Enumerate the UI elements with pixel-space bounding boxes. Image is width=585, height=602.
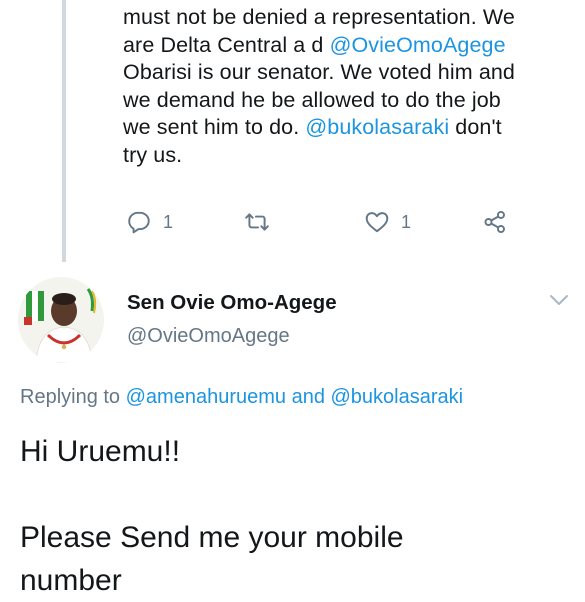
tweet-text-line — [20, 473, 575, 516]
like-button[interactable]: 1 — [364, 209, 411, 235]
replying-user-link[interactable]: @amenahuruemu — [126, 386, 286, 408]
text-segment: try us. — [123, 142, 183, 167]
share-button[interactable] — [482, 209, 508, 235]
share-icon — [484, 210, 505, 234]
text-segment: we sent him to do. — [123, 115, 306, 140]
parent-tweet-actions: 1 1 — [120, 209, 540, 241]
author-handle[interactable]: @OvieOmoAgege — [127, 325, 290, 348]
tweet-text-line: number — [20, 564, 122, 597]
retweet-icon — [245, 213, 269, 231]
parent-tweet-line: try us. — [123, 142, 578, 170]
parent-tweet-line: are Delta Central a d @OvieOmoAgege — [123, 32, 578, 60]
parent-tweet-line: we demand he be allowed to do the job — [123, 87, 578, 115]
text-segment: we demand he be allowed to do the job — [123, 87, 501, 112]
replying-prefix: Replying to — [20, 386, 126, 408]
text-segment: are Delta Central a d — [123, 32, 330, 57]
reply-tweet-text: Hi Uruemu!! Please Send me your mobile n… — [20, 430, 575, 602]
tweet-text-line: Hi Uruemu!! — [20, 435, 181, 468]
parent-tweet-line: must not be denied a representation. We — [123, 4, 578, 32]
like-count: 1 — [401, 211, 412, 232]
reply-button[interactable]: 1 — [126, 209, 173, 235]
reply-icon — [128, 211, 150, 234]
replying-and: and — [286, 386, 331, 408]
tweet-text-line: Please Send me your mobile — [20, 521, 404, 554]
mention-link[interactable]: @bukolasaraki — [305, 115, 449, 139]
reply-count: 1 — [163, 211, 174, 232]
parent-tweet-text: must not be denied a representation. We a… — [123, 4, 578, 170]
parent-tweet-line: we sent him to do. @bukolasaraki don't — [123, 114, 578, 142]
chevron-down-icon[interactable] — [548, 292, 570, 308]
text-segment: must not be denied a representation. We — [123, 5, 515, 29]
thread-connector-line — [62, 0, 66, 262]
replying-to: Replying to @amenahuruemu and @bukolasar… — [20, 386, 463, 409]
parent-tweet-line: Obarisi is our senator. We voted him and — [123, 59, 578, 87]
mention-link[interactable]: @OvieOmoAgege — [330, 33, 506, 57]
retweet-button[interactable] — [244, 209, 270, 235]
author-name[interactable]: Sen Ovie Omo-Agege — [127, 291, 337, 315]
text-segment: Obarisi is our senator. We voted him and — [123, 60, 515, 85]
avatar-photo — [18, 277, 104, 363]
heart-icon — [365, 212, 389, 233]
replying-user-link[interactable]: @bukolasaraki — [331, 386, 464, 408]
text-segment: don't — [449, 115, 502, 140]
avatar[interactable] — [18, 277, 104, 363]
